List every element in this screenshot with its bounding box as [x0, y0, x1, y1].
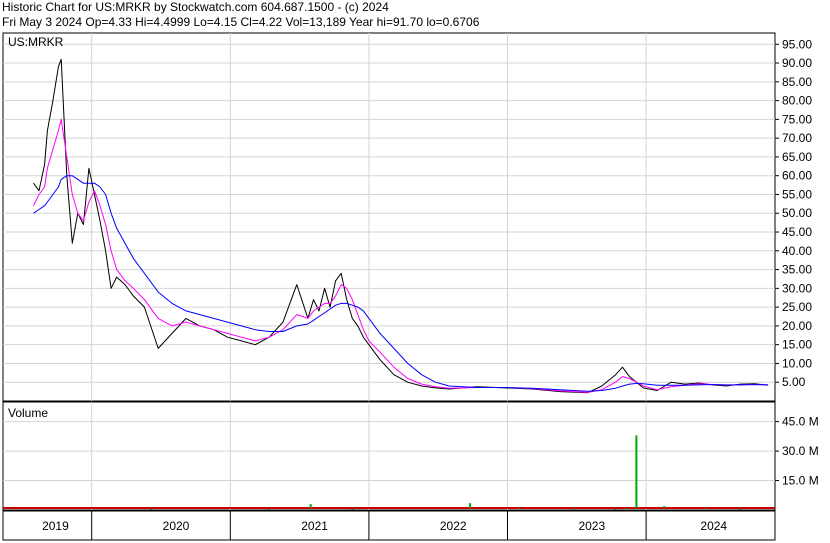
price-y-tick-label: 80.00 — [782, 94, 812, 108]
price-y-tick-label: 35.00 — [782, 263, 812, 277]
price-y-tick-label: 15.00 — [782, 338, 812, 352]
x-axis-year-label: 2023 — [578, 519, 605, 533]
price-y-tick-label: 40.00 — [782, 244, 812, 258]
price-y-tick-label: 10.00 — [782, 356, 812, 370]
x-axis-year-label: 2019 — [42, 519, 69, 533]
price-y-tick-label: 95.00 — [782, 37, 812, 51]
x-axis-year-label: 2020 — [163, 519, 190, 533]
price-y-tick-label: 25.00 — [782, 300, 812, 314]
x-axis-year-label: 2022 — [440, 519, 467, 533]
volume-y-tick-label: 30.0 M — [782, 444, 819, 458]
symbol-label: US:MRKR — [8, 35, 64, 49]
volume-bar — [635, 435, 638, 508]
price-y-ticks: 95.00 90.00 85.00 80.00 75.00 70.00 65.00 60.00… — [775, 37, 812, 389]
volume-y-tick-label: 45.0 M — [782, 415, 819, 429]
x-axis: 2019 2020 2021 2022 2023 2024 — [2, 510, 776, 541]
price-y-tick-label: 45.00 — [782, 225, 812, 239]
price-panel: 95.00 90.00 85.00 80.00 75.00 70.00 65.00 60.00… — [2, 32, 812, 402]
volume-bar — [614, 508, 617, 510]
volume-bar — [351, 508, 354, 510]
price-y-tick-label: 30.00 — [782, 281, 812, 295]
volume-panel-frame — [2, 401, 776, 511]
volume-bar — [739, 508, 742, 510]
volume-bar — [517, 508, 520, 510]
volume-bar — [309, 504, 312, 508]
price-y-tick-label: 65.00 — [782, 150, 812, 164]
volume-bar — [704, 507, 707, 509]
price-y-tick-label: 20.00 — [782, 319, 812, 333]
x-axis-frame — [2, 510, 776, 541]
price-y-tick-label: 85.00 — [782, 75, 812, 89]
volume-bar — [663, 506, 666, 508]
price-y-tick-label: 70.00 — [782, 131, 812, 145]
stock-chart: 95.00 90.00 85.00 80.00 75.00 70.00 65.00 60.00… — [2, 32, 819, 541]
volume-y-tick-label: 15.0 M — [782, 474, 819, 488]
x-axis-year-label: 2021 — [301, 519, 328, 533]
volume-y-ticks: 45.0 M 30.0 M 15.0 M — [775, 415, 819, 488]
price-y-tick-label: 90.00 — [782, 56, 812, 70]
volume-bar — [150, 508, 153, 510]
volume-bar — [268, 508, 271, 510]
volume-panel: 45.0 M 30.0 M 15.0 M Volume — [2, 401, 819, 511]
price-y-tick-label: 55.00 — [782, 187, 812, 201]
x-axis-year-label: 2024 — [700, 519, 727, 533]
price-y-tick-label: 50.00 — [782, 206, 812, 220]
price-y-tick-label: 60.00 — [782, 169, 812, 183]
volume-bar — [625, 508, 628, 510]
price-y-tick-label: 5.00 — [782, 375, 806, 389]
volume-bar — [469, 503, 472, 508]
volume-bar — [573, 508, 576, 510]
price-panel-frame — [2, 32, 776, 402]
price-y-tick-label: 75.00 — [782, 112, 812, 126]
volume-label: Volume — [8, 406, 48, 420]
